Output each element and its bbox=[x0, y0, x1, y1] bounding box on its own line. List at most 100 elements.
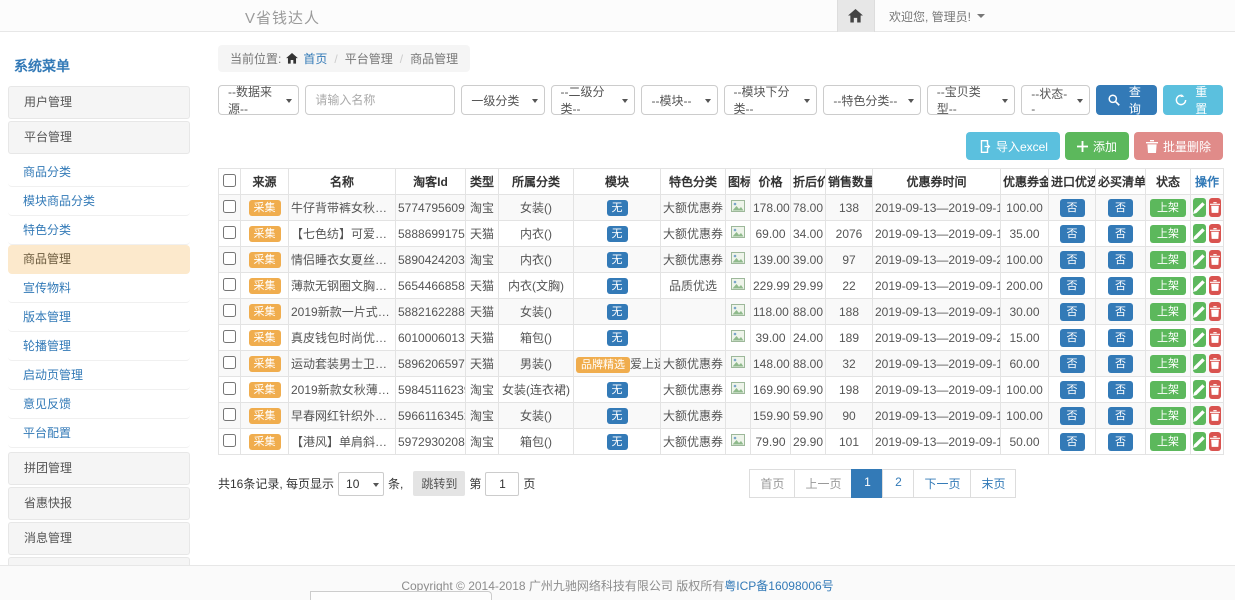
sidebar-group-bottom-2[interactable]: 消息管理 bbox=[8, 522, 190, 555]
status-badge[interactable]: 上架 bbox=[1150, 225, 1186, 243]
delete-button[interactable] bbox=[1209, 302, 1222, 321]
status-badge[interactable]: 上架 bbox=[1150, 381, 1186, 399]
must-buy-toggle[interactable]: 否 bbox=[1108, 251, 1133, 269]
sidebar-item-6[interactable]: 轮播管理 bbox=[8, 332, 190, 361]
delete-button[interactable] bbox=[1209, 276, 1222, 295]
sidebar-item-5[interactable]: 版本管理 bbox=[8, 303, 190, 332]
filter-select-status[interactable]: --状态-- bbox=[1021, 85, 1090, 115]
row-checkbox[interactable] bbox=[223, 278, 236, 291]
filter-select-feature-category[interactable]: --特色分类-- bbox=[823, 85, 920, 115]
sidebar-group-bottom-1[interactable]: 省惠快报 bbox=[8, 487, 190, 520]
sidebar-item-8[interactable]: 意见反馈 bbox=[8, 390, 190, 419]
sidebar-item-7[interactable]: 启动页管理 bbox=[8, 361, 190, 390]
sidebar-group-0[interactable]: 用户管理 bbox=[8, 86, 190, 119]
import-select-toggle[interactable]: 否 bbox=[1060, 407, 1085, 425]
edit-button[interactable] bbox=[1193, 406, 1206, 425]
row-checkbox[interactable] bbox=[223, 408, 236, 421]
sidebar-item-3[interactable]: 商品管理 bbox=[8, 245, 190, 274]
select-all-checkbox[interactable] bbox=[223, 174, 236, 187]
status-badge[interactable]: 上架 bbox=[1150, 355, 1186, 373]
edit-button[interactable] bbox=[1193, 354, 1206, 373]
row-checkbox[interactable] bbox=[223, 226, 236, 239]
filter-select-module[interactable]: --模块-- bbox=[641, 85, 717, 115]
delete-button[interactable] bbox=[1209, 354, 1222, 373]
delete-button[interactable] bbox=[1209, 198, 1222, 217]
import-excel-button[interactable]: 导入excel bbox=[966, 132, 1060, 160]
status-badge[interactable]: 上架 bbox=[1150, 277, 1186, 295]
import-select-toggle[interactable]: 否 bbox=[1060, 199, 1085, 217]
status-badge[interactable]: 上架 bbox=[1150, 199, 1186, 217]
row-checkbox[interactable] bbox=[223, 330, 236, 343]
delete-button[interactable] bbox=[1209, 250, 1222, 269]
search-button[interactable]: 查询 bbox=[1096, 85, 1156, 115]
pager-nav-4[interactable]: 下一页 bbox=[913, 469, 971, 498]
must-buy-toggle[interactable]: 否 bbox=[1108, 225, 1133, 243]
import-select-toggle[interactable]: 否 bbox=[1060, 433, 1085, 451]
pager-nav-0[interactable]: 首页 bbox=[749, 469, 795, 498]
row-checkbox[interactable] bbox=[223, 382, 236, 395]
batch-delete-button[interactable]: 批量删除 bbox=[1134, 132, 1223, 160]
pager-nav-1[interactable]: 上一页 bbox=[794, 469, 852, 498]
filter-select-level2-category[interactable]: --二级分类-- bbox=[551, 85, 636, 115]
sidebar-item-9[interactable]: 平台配置 bbox=[8, 419, 190, 448]
row-checkbox[interactable] bbox=[223, 304, 236, 317]
edit-button[interactable] bbox=[1193, 198, 1206, 217]
page-number-input[interactable] bbox=[485, 472, 519, 496]
add-button[interactable]: 添加 bbox=[1065, 132, 1129, 160]
delete-button[interactable] bbox=[1209, 224, 1222, 243]
edit-button[interactable] bbox=[1193, 224, 1206, 243]
user-menu[interactable]: 欢迎您, 管理员! bbox=[889, 8, 985, 25]
row-checkbox[interactable] bbox=[223, 252, 236, 265]
must-buy-toggle[interactable]: 否 bbox=[1108, 381, 1133, 399]
sidebar-item-2[interactable]: 特色分类 bbox=[8, 216, 190, 245]
status-badge[interactable]: 上架 bbox=[1150, 251, 1186, 269]
must-buy-toggle[interactable]: 否 bbox=[1108, 303, 1133, 321]
row-checkbox[interactable] bbox=[223, 356, 236, 369]
import-select-toggle[interactable]: 否 bbox=[1060, 303, 1085, 321]
filter-select-module-subcategory[interactable]: --模块下分类-- bbox=[724, 85, 818, 115]
must-buy-toggle[interactable]: 否 bbox=[1108, 355, 1133, 373]
edit-button[interactable] bbox=[1193, 432, 1206, 451]
import-select-toggle[interactable]: 否 bbox=[1060, 381, 1085, 399]
filter-select-data-source[interactable]: --数据来源-- bbox=[218, 85, 299, 115]
edit-button[interactable] bbox=[1193, 250, 1206, 269]
import-select-toggle[interactable]: 否 bbox=[1060, 355, 1085, 373]
status-badge[interactable]: 上架 bbox=[1150, 433, 1186, 451]
sidebar-item-1[interactable]: 模块商品分类 bbox=[8, 187, 190, 216]
edit-button[interactable] bbox=[1193, 302, 1206, 321]
sidebar-group-1[interactable]: 平台管理 bbox=[8, 121, 190, 154]
import-select-toggle[interactable]: 否 bbox=[1060, 277, 1085, 295]
pager-page-2[interactable]: 2 bbox=[882, 469, 914, 498]
delete-button[interactable] bbox=[1209, 432, 1222, 451]
icp-link[interactable]: 粤ICP备16098006号 bbox=[724, 579, 833, 593]
breadcrumb-home-link[interactable]: 首页 bbox=[303, 50, 327, 67]
must-buy-toggle[interactable]: 否 bbox=[1108, 407, 1133, 425]
filter-select-item-type[interactable]: --宝贝类型-- bbox=[927, 85, 1015, 115]
sidebar-item-0[interactable]: 商品分类 bbox=[8, 158, 190, 187]
must-buy-toggle[interactable]: 否 bbox=[1108, 199, 1133, 217]
jump-button[interactable]: 跳转到 bbox=[413, 471, 465, 496]
status-badge[interactable]: 上架 bbox=[1150, 303, 1186, 321]
edit-button[interactable] bbox=[1193, 328, 1206, 347]
sidebar-group-bottom-0[interactable]: 拼团管理 bbox=[8, 452, 190, 485]
import-select-toggle[interactable]: 否 bbox=[1060, 225, 1085, 243]
status-badge[interactable]: 上架 bbox=[1150, 407, 1186, 425]
import-select-toggle[interactable]: 否 bbox=[1060, 251, 1085, 269]
pager-page-1[interactable]: 1 bbox=[851, 469, 883, 498]
delete-button[interactable] bbox=[1209, 328, 1222, 347]
per-page-select[interactable]: 10 bbox=[338, 472, 384, 496]
sidebar-item-4[interactable]: 宣传物料 bbox=[8, 274, 190, 303]
filter-select-level1-category[interactable]: 一级分类 bbox=[461, 85, 544, 115]
pager-nav-5[interactable]: 末页 bbox=[970, 469, 1016, 498]
must-buy-toggle[interactable]: 否 bbox=[1108, 329, 1133, 347]
home-button[interactable] bbox=[837, 0, 875, 32]
edit-button[interactable] bbox=[1193, 276, 1206, 295]
import-select-toggle[interactable]: 否 bbox=[1060, 329, 1085, 347]
name-search-input[interactable] bbox=[305, 85, 455, 115]
delete-button[interactable] bbox=[1209, 406, 1222, 425]
edit-button[interactable] bbox=[1193, 380, 1206, 399]
must-buy-toggle[interactable]: 否 bbox=[1108, 433, 1133, 451]
row-checkbox[interactable] bbox=[223, 200, 236, 213]
must-buy-toggle[interactable]: 否 bbox=[1108, 277, 1133, 295]
status-badge[interactable]: 上架 bbox=[1150, 329, 1186, 347]
